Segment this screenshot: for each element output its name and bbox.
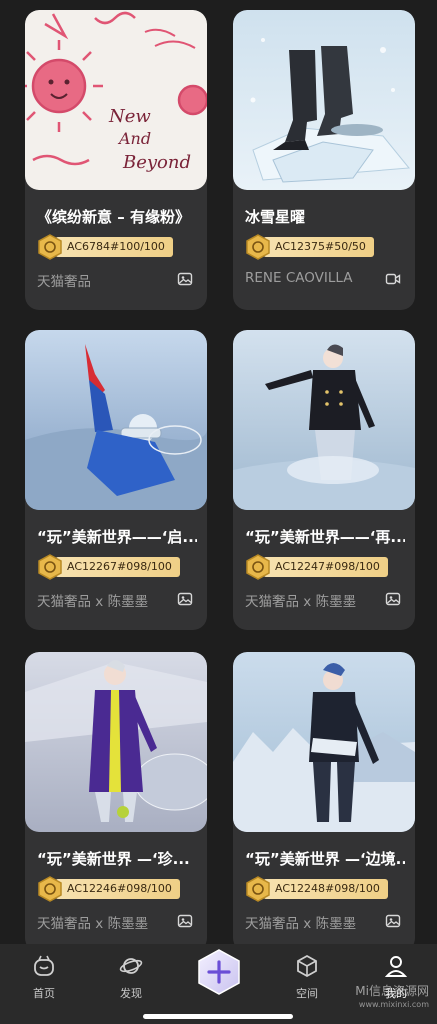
edition-badge: AC6784#100/100 [37, 234, 173, 260]
hexagon-badge-icon [38, 554, 62, 580]
video-icon [385, 273, 401, 285]
edition-badge: AC12375#50/50 [245, 234, 374, 260]
tab-space[interactable]: 空间 [277, 954, 337, 1001]
tab-home-label: 首页 [33, 987, 55, 1000]
collectible-card[interactable]: “玩”美新世界——‘启... AC12267#098/100 天猫奢品 x 陈墨… [25, 330, 207, 630]
brand-name: 天猫奢品 x 陈墨墨 [245, 916, 357, 932]
card-title: 《缤纷新意 – 有缘粉》 [37, 208, 190, 226]
card-artwork [233, 330, 415, 510]
home-icon [34, 955, 54, 976]
tab-discover[interactable]: 发现 [101, 954, 161, 1001]
collectible-card[interactable]: “玩”美新世界 —‘边境... AC12248#098/100 天猫奢品 x 陈… [233, 652, 415, 952]
image-icon [385, 914, 401, 928]
edition-badge: AC12246#098/100 [37, 876, 180, 902]
user-icon [384, 956, 408, 977]
image-icon [177, 272, 193, 286]
card-artwork [233, 652, 415, 832]
collectible-card[interactable]: “玩”美新世界 —‘珍... AC12246#098/100 天猫奢品 x 陈墨… [25, 652, 207, 952]
edition-badge: AC12248#098/100 [245, 876, 388, 902]
art-text-new: New [108, 106, 151, 127]
collectible-card[interactable]: 冰雪星曜 AC12375#50/50 RENE CAOVILLA [233, 10, 415, 310]
tab-space-label: 空间 [296, 987, 318, 1000]
card-artwork [233, 10, 415, 190]
brand-name: 天猫奢品 [37, 274, 91, 290]
edition-code: AC12248#098/100 [263, 879, 388, 899]
tab-discover-label: 发现 [120, 987, 142, 1000]
hexagon-badge-icon [246, 554, 270, 580]
card-title: “玩”美新世界——‘再... [245, 528, 405, 546]
box-icon [297, 954, 317, 978]
image-icon [385, 592, 401, 606]
planet-icon [119, 958, 143, 974]
hexagon-badge-icon [38, 876, 62, 902]
watermark-title: Mi信息资源网 [355, 984, 429, 998]
hexagon-badge-icon [246, 234, 270, 260]
home-indicator [143, 1014, 293, 1019]
edition-code: AC12267#098/100 [55, 557, 180, 577]
card-artwork [25, 652, 207, 832]
collectible-card[interactable]: “玩”美新世界——‘再... AC12247#098/100 天猫奢品 x 陈墨… [233, 330, 415, 630]
hexagon-badge-icon [38, 234, 62, 260]
create-button[interactable] [197, 948, 241, 996]
brand-name: 天猫奢品 x 陈墨墨 [37, 916, 149, 932]
card-artwork [25, 330, 207, 510]
art-text-and: And [117, 129, 151, 148]
edition-code: AC6784#100/100 [55, 237, 173, 257]
brand-name: RENE CAOVILLA [245, 270, 353, 286]
edition-badge: AC12247#098/100 [245, 554, 388, 580]
card-artwork: New And Beyond [25, 10, 207, 190]
watermark-url: www.mixinxi.com [358, 1000, 429, 1009]
card-title: “玩”美新世界 —‘边境... [245, 850, 405, 868]
brand-name: 天猫奢品 x 陈墨墨 [37, 594, 149, 610]
tab-home[interactable]: 首页 [14, 954, 74, 1001]
watermark: Mi信息资源网 www.mixinxi.com [355, 984, 429, 1012]
brand-name: 天猫奢品 x 陈墨墨 [245, 594, 357, 610]
card-title: “玩”美新世界 —‘珍... [37, 850, 190, 868]
edition-code: AC12375#50/50 [263, 237, 374, 257]
hexagon-badge-icon [246, 876, 270, 902]
image-icon [177, 914, 193, 928]
art-text-beyond: Beyond [122, 152, 191, 173]
edition-badge: AC12267#098/100 [37, 554, 180, 580]
collectible-card[interactable]: New And Beyond 《缤纷新意 – 有缘粉》 AC6784#100/1… [25, 10, 207, 310]
card-title: 冰雪星曜 [245, 208, 306, 226]
edition-code: AC12247#098/100 [263, 557, 388, 577]
image-icon [177, 592, 193, 606]
edition-code: AC12246#098/100 [55, 879, 180, 899]
card-title: “玩”美新世界——‘启... [37, 528, 197, 546]
